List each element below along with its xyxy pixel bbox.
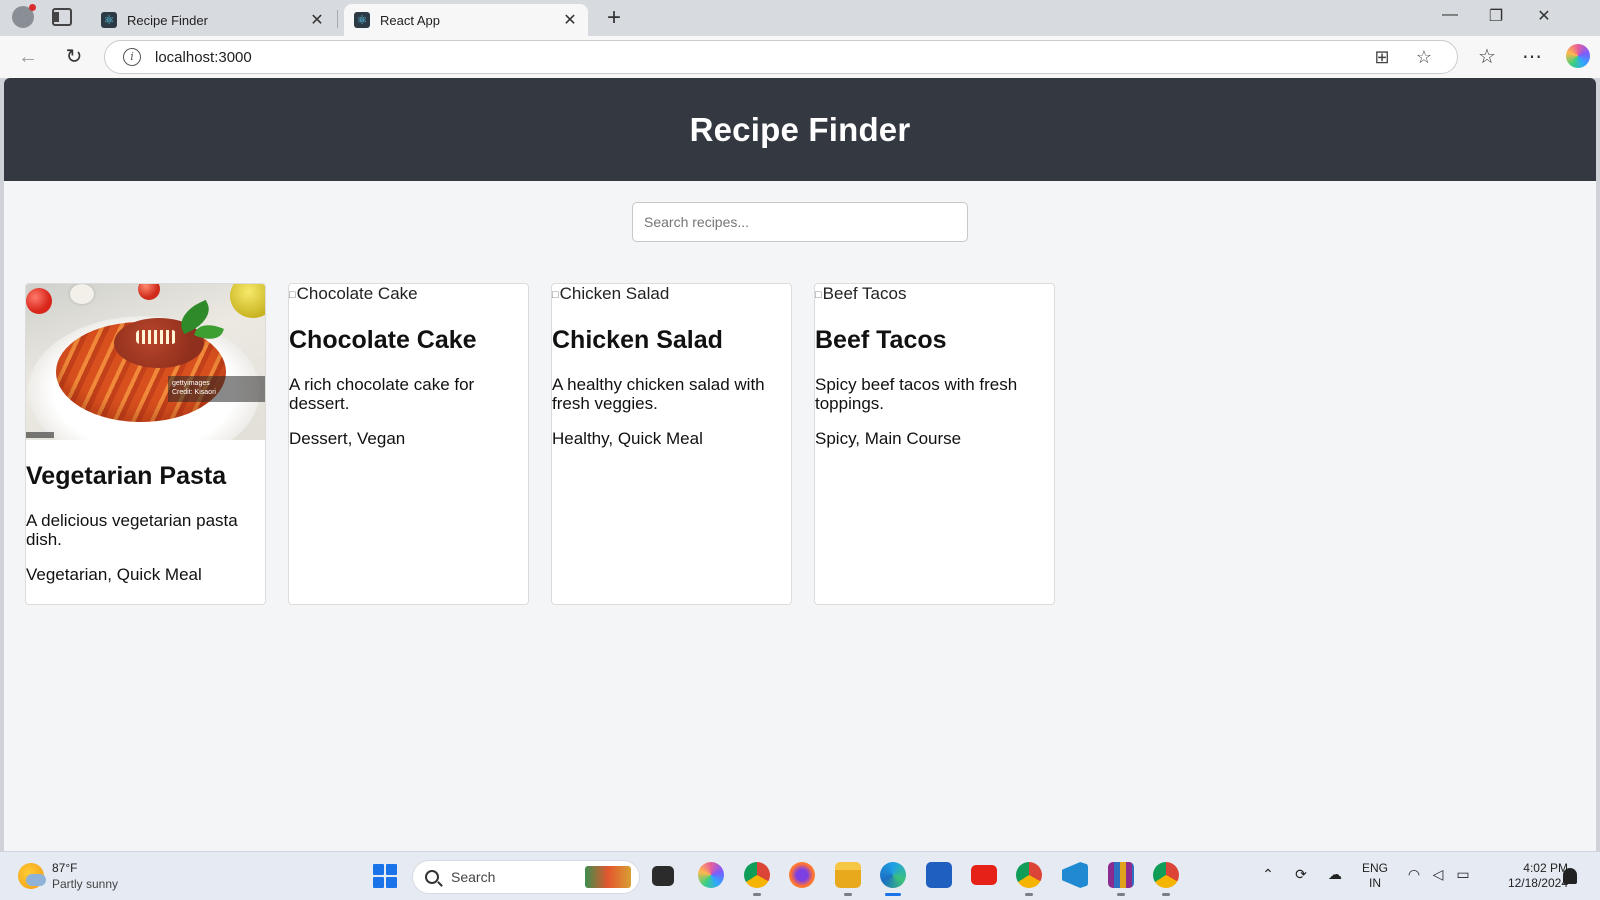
restore-button[interactable]: ❐ <box>1484 6 1508 26</box>
chrome-profile-u-icon[interactable] <box>744 862 770 896</box>
firefox-icon[interactable] <box>789 862 815 888</box>
info-icon[interactable]: i <box>123 48 141 66</box>
reload-icon[interactable]: ↻ <box>62 45 86 69</box>
search-wrapper <box>4 202 1596 242</box>
recipe-description: A delicious vegetarian pasta dish. <box>26 511 238 549</box>
windows-start-icon[interactable] <box>373 864 397 888</box>
recipe-description: Spicy beef tacos with fresh toppings. <box>815 375 1018 413</box>
image-watermark: gettyimages Credit: Kisaori <box>168 376 265 402</box>
copilot-icon[interactable] <box>1566 44 1590 68</box>
search-highlight-icon <box>585 866 631 888</box>
recipe-tags: Healthy, Quick Meal <box>552 429 703 448</box>
recipe-list: gettyimages Credit: Kisaori Vegetarian P… <box>25 283 1055 605</box>
notification-bell-icon[interactable] <box>1563 868 1577 884</box>
volume-icon[interactable]: ◁ <box>1427 866 1449 883</box>
recipe-name: Chicken Salad <box>552 326 723 354</box>
weather-condition: Partly sunny <box>52 877 119 891</box>
winrar-icon[interactable] <box>1108 862 1134 896</box>
back-icon[interactable]: ← <box>16 45 40 69</box>
search-icon <box>425 870 439 884</box>
tab-title: React App <box>380 12 440 28</box>
recipe-description: A healthy chicken salad with fresh veggi… <box>552 375 765 413</box>
favorites-icon[interactable]: ☆ <box>1475 45 1499 69</box>
broken-image-alt: Chicken Salad <box>552 284 791 304</box>
profile-avatar-icon[interactable] <box>12 4 36 28</box>
recipe-card: Chocolate Cake Chocolate Cake A rich cho… <box>288 283 529 605</box>
minimize-button[interactable]: — <box>1438 6 1462 24</box>
recipe-tags: Dessert, Vegan <box>289 429 406 448</box>
recipe-name: Vegetarian Pasta <box>26 462 227 490</box>
partly-sunny-icon <box>18 863 46 889</box>
weather-widget[interactable]: 87°F Partly sunny <box>18 860 118 892</box>
recipe-name: Beef Tacos <box>815 326 947 354</box>
weather-temp: 87°F <box>52 861 78 875</box>
taskbar-search-label: Search <box>451 869 496 885</box>
microsoft-store-icon[interactable] <box>926 862 952 888</box>
edge-icon[interactable] <box>880 862 906 896</box>
file-explorer-icon[interactable] <box>835 862 861 896</box>
language-indicator[interactable]: ENG IN <box>1362 861 1388 891</box>
system-clock[interactable]: 4:02 PM 12/18/2024 <box>1488 861 1568 891</box>
taskbar: 87°F Partly sunny Search ⌃ ⟳ ☁ ENG IN ◠ … <box>0 851 1600 900</box>
tab-strip: ⚛ Recipe Finder ✕ ⚛ React App ✕ + — ❐ ✕ <box>0 0 1600 36</box>
copilot-app-icon[interactable] <box>698 862 724 888</box>
show-hidden-icons-chevron-icon[interactable]: ⌃ <box>1257 866 1279 883</box>
tab-separator <box>337 10 338 28</box>
wifi-icon[interactable]: ◠ <box>1403 866 1425 883</box>
close-window-button[interactable]: ✕ <box>1532 6 1556 26</box>
search-input[interactable] <box>632 202 968 242</box>
address-bar[interactable]: i localhost:3000 ⊞ ☆ <box>104 40 1458 74</box>
favorite-star-icon[interactable]: ☆ <box>1415 47 1433 68</box>
chrome-icon[interactable] <box>1016 862 1042 896</box>
tab-close-icon[interactable]: ✕ <box>562 10 578 30</box>
vscode-icon[interactable] <box>1062 862 1088 888</box>
tab-react-app[interactable]: ⚛ React App ✕ <box>344 4 588 36</box>
taskbar-search[interactable]: Search <box>412 860 640 894</box>
app-header: Recipe Finder <box>4 78 1596 181</box>
react-favicon-icon: ⚛ <box>354 12 370 28</box>
recipe-card: gettyimages Credit: Kisaori Vegetarian P… <box>25 283 266 605</box>
react-favicon-icon: ⚛ <box>101 12 117 28</box>
tab-title: Recipe Finder <box>127 12 208 28</box>
recipe-description: A rich chocolate cake for dessert. <box>289 375 475 413</box>
recipe-tags: Spicy, Main Course <box>815 429 962 448</box>
task-view-icon[interactable] <box>652 866 674 886</box>
recipe-card: Chicken Salad Chicken Salad A healthy ch… <box>551 283 792 605</box>
more-icon[interactable]: ⋯ <box>1520 45 1544 69</box>
sync-icon[interactable]: ⟳ <box>1290 866 1312 883</box>
onedrive-icon[interactable]: ☁ <box>1324 866 1346 883</box>
recipe-image: gettyimages Credit: Kisaori <box>26 284 265 440</box>
page-viewport: Recipe Finder gettyimages Credit: Kisaor… <box>4 78 1596 851</box>
chrome-profile-s-icon[interactable] <box>1153 862 1179 896</box>
broken-image-alt: Chocolate Cake <box>289 284 528 304</box>
new-tab-button[interactable]: + <box>602 4 626 32</box>
youtube-icon[interactable] <box>971 865 997 885</box>
recipe-tags: Vegetarian, Quick Meal <box>26 565 202 584</box>
tab-actions-icon[interactable] <box>52 8 72 26</box>
recipe-card: Beef Tacos Beef Tacos Spicy beef tacos w… <box>814 283 1055 605</box>
browser-toolbar: ← ↻ i localhost:3000 ⊞ ☆ ☆ ⋯ <box>0 36 1600 78</box>
battery-icon[interactable]: ▭ <box>1452 866 1474 883</box>
tab-close-icon[interactable]: ✕ <box>309 10 325 30</box>
app-available-icon[interactable]: ⊞ <box>1373 47 1391 68</box>
tab-recipe-finder[interactable]: ⚛ Recipe Finder ✕ <box>91 4 335 36</box>
url-text[interactable]: localhost:3000 <box>155 49 1373 66</box>
recipe-name: Chocolate Cake <box>289 326 477 354</box>
page-title: Recipe Finder <box>689 110 911 148</box>
broken-image-alt: Beef Tacos <box>815 284 1054 304</box>
